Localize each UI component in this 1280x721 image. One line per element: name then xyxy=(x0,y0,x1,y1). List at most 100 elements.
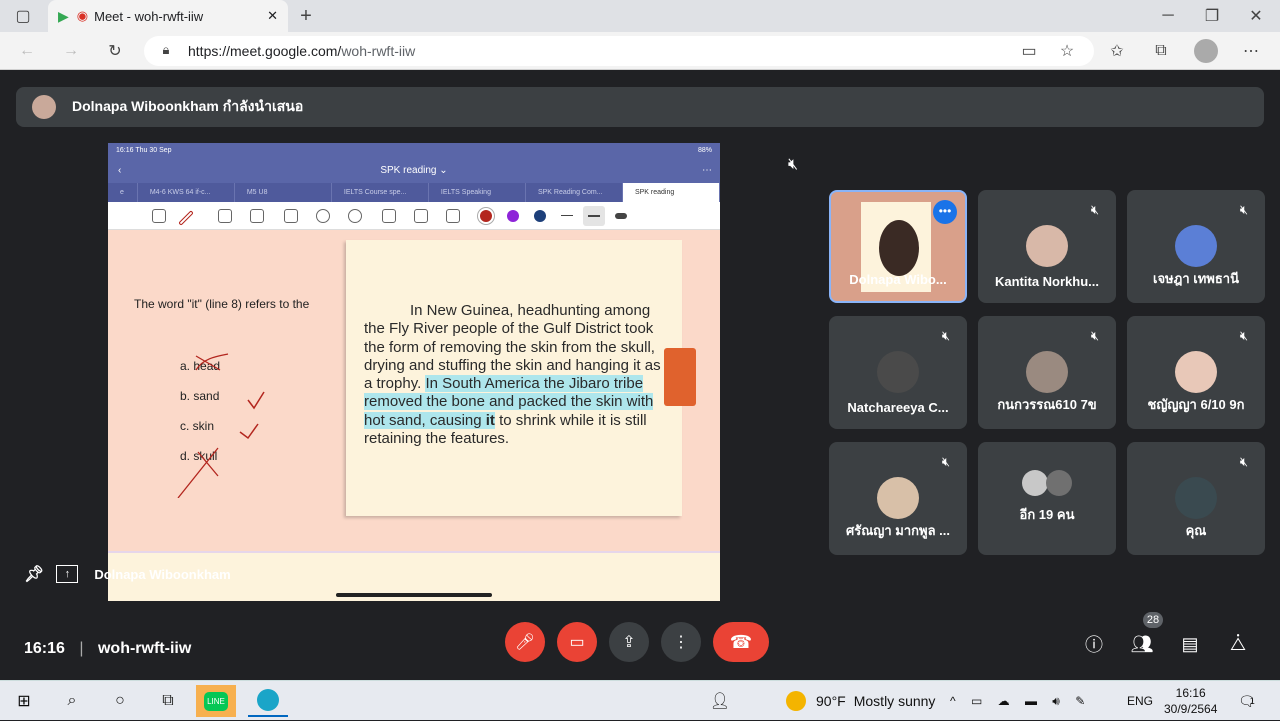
collections-icon[interactable]: ⧉ xyxy=(1150,40,1172,62)
ipad-toolbar xyxy=(108,202,720,230)
tab-actions-icon[interactable]: ▢ xyxy=(12,6,34,26)
participant-name: Natchareeya C... xyxy=(847,400,949,415)
cortana-icon[interactable]: ○ xyxy=(100,685,140,717)
activities-icon[interactable]: ⧊ xyxy=(1226,632,1250,656)
microphone-off-button[interactable]: 🎤︎ xyxy=(505,622,545,662)
present-icon[interactable]: ↑ xyxy=(56,565,79,583)
presenting-text: Dolnapa Wiboonkham กำลังนำเสนอ xyxy=(72,98,304,114)
muted-icon: 🔇︎ xyxy=(1090,328,1100,343)
muted-icon: 🔇︎ xyxy=(941,328,951,343)
ipad-nav-bar: ‹ SPK reading ⌄ ⋯ xyxy=(108,158,720,183)
doc-tab: IELTS Speaking xyxy=(429,183,526,202)
shapes-icon xyxy=(284,209,298,223)
participant-tile[interactable]: 🔇︎ ศรัณญา มากพูล ... xyxy=(829,442,967,555)
participant-name: ชญัญญา 6/10 9ก xyxy=(1147,397,1245,412)
muted-icon: 🔇︎ xyxy=(1239,328,1249,343)
add-favorite-icon[interactable]: ☆ xyxy=(1058,42,1076,60)
present-now-button[interactable]: ⇪ xyxy=(609,622,649,662)
profile-avatar[interactable] xyxy=(1194,39,1218,63)
close-window-icon[interactable]: ✕ xyxy=(1246,6,1266,26)
camera-off-button[interactable]: ▭ xyxy=(557,622,597,662)
participant-tile[interactable]: 🔇︎ คุณ xyxy=(1127,442,1265,555)
participant-name: คุณ xyxy=(1185,523,1207,538)
ipad-back-icon: ‹ xyxy=(118,165,122,176)
language-indicator[interactable]: ENG xyxy=(1127,681,1153,721)
new-tab-button[interactable]: + xyxy=(294,4,318,28)
system-tray-icons[interactable]: ^ ▭ ☁ ▬ 🔊︎ ✎ xyxy=(950,681,1091,721)
participant-tile[interactable]: 🔇︎ Kantita Norkhu... xyxy=(978,190,1116,303)
weather-widget[interactable]: 90°F Mostly sunny xyxy=(786,681,935,721)
pen-tool-icon xyxy=(178,210,194,226)
participant-tile[interactable]: 🔇︎ ชญัญญา 6/10 9ก xyxy=(1127,316,1265,429)
clock[interactable]: 16:16 30/9/2564 xyxy=(1164,681,1217,721)
medium-stroke-selected xyxy=(583,206,605,226)
more-participants-tile[interactable]: อีก 19 คน xyxy=(978,442,1116,555)
favorites-icon[interactable]: ✩ xyxy=(1106,40,1128,62)
color-purple xyxy=(507,210,519,222)
address-bar-row: ← → ↻ 🔒︎ https://meet.google.com/woh-rwf… xyxy=(0,32,1280,70)
url-path: woh-rwft-iiw xyxy=(341,43,416,59)
start-icon[interactable]: ⊞ xyxy=(4,685,44,717)
browser-tab-strip: ▢ ▶ ◉ Meet - woh-rwft-iiw ✕ + ─ ❐ ✕ xyxy=(0,0,1280,32)
lock-icon: 🔒︎ xyxy=(162,42,170,57)
eraser-tool-icon xyxy=(218,209,232,223)
reload-icon[interactable]: ↻ xyxy=(104,40,126,62)
people-icon[interactable]: 👥︎ xyxy=(1130,632,1154,656)
participant-tile[interactable]: 🔇︎ เจษฎา เทพธานี xyxy=(1127,190,1265,303)
task-view-icon[interactable]: ⧉ xyxy=(148,685,188,717)
question-text: The word "it" (line 8) refers to the xyxy=(134,297,310,311)
color-navy xyxy=(534,210,546,222)
meeting-time-info: 16:16 | woh-rwft-iiw xyxy=(24,640,191,658)
participant-tile[interactable]: 🔇︎ กนกวรรณ610 7ข xyxy=(978,316,1116,429)
text-tool-icon xyxy=(414,209,428,223)
url-field[interactable]: 🔒︎ https://meet.google.com/woh-rwft-iiw … xyxy=(144,36,1094,66)
muted-icon: 🔇︎ xyxy=(1239,454,1249,469)
participant-avatar xyxy=(1175,351,1217,393)
restore-icon[interactable]: ❐ xyxy=(1202,6,1222,26)
meeting-details-icon[interactable]: ⓘ xyxy=(1082,632,1106,656)
ipad-status-time: 16:16 Thu 30 Sep xyxy=(116,147,172,154)
camera-icon[interactable]: ▭ xyxy=(1020,42,1038,60)
meet-stage: Dolnapa Wiboonkham กำลังนำเสนอ 16:16 Thu… xyxy=(0,70,1280,680)
more-options-button[interactable]: ⋮ xyxy=(661,622,701,662)
notification-icon[interactable]: 🗨︎ 1 xyxy=(1238,681,1256,721)
muted-icon: 🔇︎ xyxy=(1090,202,1100,217)
chat-icon[interactable]: ▤ xyxy=(1178,632,1202,656)
participant-tile[interactable]: 🔇︎ Natchareeya C... xyxy=(829,316,967,429)
doc-tab: IELTS Course spe... xyxy=(332,183,429,202)
participant-avatar xyxy=(1046,470,1072,496)
browser-tab[interactable]: ▶ ◉ Meet - woh-rwft-iiw ✕ xyxy=(48,0,288,32)
edge-app-icon[interactable] xyxy=(248,685,288,717)
participant-avatar xyxy=(1026,351,1068,393)
search-icon[interactable]: ⌕ xyxy=(52,685,92,717)
passage-it: it xyxy=(485,411,495,429)
minimize-icon[interactable]: ─ xyxy=(1158,6,1178,26)
leave-call-button[interactable]: ☎︎ xyxy=(713,622,769,662)
participant-avatar xyxy=(877,477,919,519)
participant-avatar xyxy=(1022,470,1048,496)
pin-icon[interactable]: 📌︎ xyxy=(24,564,44,584)
image-tool-icon xyxy=(382,209,396,223)
participant-name: Kantita Norkhu... xyxy=(994,274,1099,289)
separator: | xyxy=(79,640,84,657)
participant-tile[interactable]: ••• Dolnapa Wibo... xyxy=(829,190,967,303)
notification-count: 1 xyxy=(1249,696,1255,706)
shapes-tool-icon xyxy=(152,209,166,223)
weather-temp: 90°F xyxy=(816,693,846,709)
forward-icon[interactable]: → xyxy=(60,40,82,62)
back-icon[interactable]: ← xyxy=(16,40,38,62)
more-menu-icon[interactable]: ⋯ xyxy=(1240,40,1262,62)
participant-video xyxy=(879,220,919,276)
meeting-code: woh-rwft-iiw xyxy=(97,640,192,657)
laser-tool-icon xyxy=(446,209,460,223)
close-tab-icon[interactable]: ✕ xyxy=(267,8,278,24)
thin-stroke xyxy=(561,215,573,216)
ipad-doc-tabs: e M4-6 KWS 64 if-c... M5 U8 IELTS Course… xyxy=(108,183,720,202)
url-domain: https://meet.google.com/ xyxy=(188,43,342,59)
meet-control-bar: 16:16 | woh-rwft-iiw 🎤︎ ▭ ⇪ ⋮ ☎︎ ⓘ 👥︎ 28… xyxy=(0,612,1280,680)
participant-avatar xyxy=(1175,477,1217,519)
line-app-icon[interactable]: LINE xyxy=(196,685,236,717)
tab-title: Meet - woh-rwft-iiw xyxy=(94,8,204,24)
people-taskbar-icon[interactable]: 👤︎ xyxy=(700,685,740,717)
tile-options-icon[interactable]: ••• xyxy=(933,200,957,224)
